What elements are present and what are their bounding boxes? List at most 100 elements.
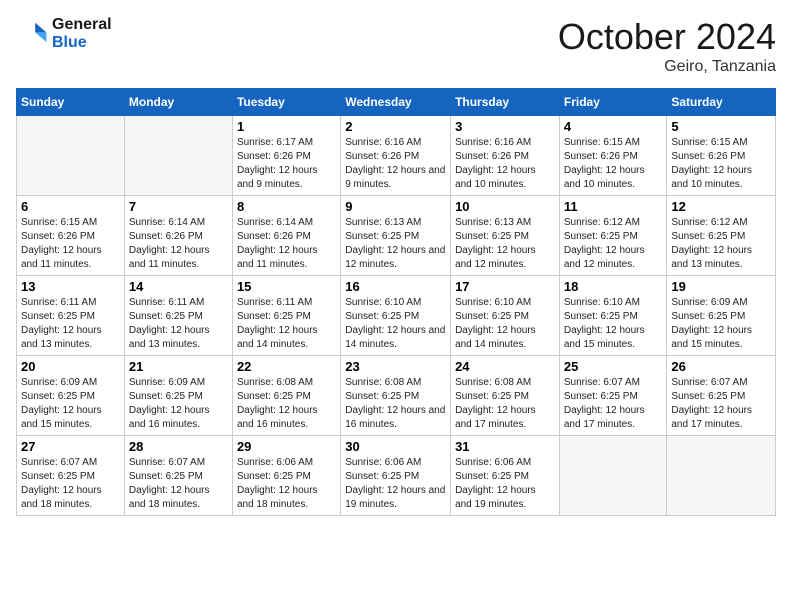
day-info: Sunrise: 6:15 AMSunset: 6:26 PMDaylight:… bbox=[21, 216, 120, 272]
calendar-cell bbox=[17, 116, 125, 196]
day-info: Sunrise: 6:15 AMSunset: 6:26 PMDaylight:… bbox=[564, 136, 663, 192]
calendar-cell: 31 Sunrise: 6:06 AMSunset: 6:25 PMDayligh… bbox=[451, 436, 560, 516]
calendar-cell: 24Sunrise: 6:08 AMSunset: 6:25 PMDayligh… bbox=[451, 356, 560, 436]
day-info: Sunrise: 6:07 AMSunset: 6:25 PMDaylight:… bbox=[671, 376, 771, 432]
day-info: Sunrise: 6:08 AMSunset: 6:25 PMDaylight:… bbox=[345, 376, 446, 432]
calendar-cell: 3Sunrise: 6:16 AMSunset: 6:26 PMDaylight… bbox=[451, 116, 560, 196]
calendar-week-1: 1Sunrise: 6:17 AMSunset: 6:26 PMDaylight… bbox=[17, 116, 776, 196]
calendar-cell: 4 Sunrise: 6:15 AMSunset: 6:26 PMDaylight… bbox=[559, 116, 667, 196]
calendar-cell: 27Sunrise: 6:07 AMSunset: 6:25 PMDayligh… bbox=[17, 436, 125, 516]
day-number: 11 bbox=[564, 199, 663, 214]
calendar-cell: 1Sunrise: 6:17 AMSunset: 6:26 PMDaylight… bbox=[232, 116, 340, 196]
calendar-cell: 28 Sunrise: 6:07 AMSunset: 6:25 PMDayligh… bbox=[124, 436, 232, 516]
day-number: 7 bbox=[129, 199, 228, 214]
day-number: 30 bbox=[345, 439, 446, 454]
day-info: Sunrise: 6:16 AMSunset: 6:26 PMDaylight:… bbox=[455, 136, 555, 192]
day-number: 26 bbox=[671, 359, 771, 374]
day-info: Sunrise: 6:14 AMSunset: 6:26 PMDaylight:… bbox=[129, 216, 228, 272]
calendar-cell: 13Sunrise: 6:11 AMSunset: 6:25 PMDayligh… bbox=[17, 276, 125, 356]
day-info: Sunrise: 6:13 AMSunset: 6:25 PMDaylight:… bbox=[345, 216, 446, 272]
calendar-cell bbox=[559, 436, 667, 516]
calendar-week-3: 13Sunrise: 6:11 AMSunset: 6:25 PMDayligh… bbox=[17, 276, 776, 356]
day-number: 8 bbox=[237, 199, 336, 214]
month-title: October 2024 bbox=[558, 16, 776, 58]
day-header-tuesday: Tuesday bbox=[232, 89, 340, 116]
day-number: 21 bbox=[129, 359, 228, 374]
day-header-friday: Friday bbox=[559, 89, 667, 116]
calendar-cell: 10 Sunrise: 6:13 AMSunset: 6:25 PMDayligh… bbox=[451, 196, 560, 276]
day-info: Sunrise: 6:12 AMSunset: 6:25 PMDaylight:… bbox=[564, 216, 663, 272]
calendar-cell: 9 Sunrise: 6:13 AMSunset: 6:25 PMDaylight… bbox=[341, 196, 451, 276]
calendar-cell: 26 Sunrise: 6:07 AMSunset: 6:25 PMDayligh… bbox=[667, 356, 776, 436]
calendar-week-2: 6 Sunrise: 6:15 AMSunset: 6:26 PMDaylight… bbox=[17, 196, 776, 276]
day-info: Sunrise: 6:07 AMSunset: 6:25 PMDaylight:… bbox=[564, 376, 663, 432]
calendar-cell: 5Sunrise: 6:15 AMSunset: 6:26 PMDaylight… bbox=[667, 116, 776, 196]
calendar-cell: 29Sunrise: 6:06 AMSunset: 6:25 PMDayligh… bbox=[232, 436, 340, 516]
calendar-table: SundayMondayTuesdayWednesdayThursdayFrid… bbox=[16, 88, 776, 516]
day-number: 22 bbox=[237, 359, 336, 374]
day-number: 10 bbox=[455, 199, 555, 214]
day-info: Sunrise: 6:16 AMSunset: 6:26 PMDaylight:… bbox=[345, 136, 446, 192]
day-number: 19 bbox=[671, 279, 771, 294]
logo-text: General Blue bbox=[52, 16, 112, 52]
calendar-week-4: 20Sunrise: 6:09 AMSunset: 6:25 PMDayligh… bbox=[17, 356, 776, 436]
logo-icon bbox=[16, 18, 48, 50]
day-info: Sunrise: 6:07 AMSunset: 6:25 PMDaylight:… bbox=[129, 456, 228, 512]
day-number: 9 bbox=[345, 199, 446, 214]
day-info: Sunrise: 6:11 AMSunset: 6:25 PMDaylight:… bbox=[237, 296, 336, 352]
calendar-cell: 14 Sunrise: 6:11 AMSunset: 6:25 PMDayligh… bbox=[124, 276, 232, 356]
calendar-cell: 18 Sunrise: 6:10 AMSunset: 6:25 PMDayligh… bbox=[559, 276, 667, 356]
day-info: Sunrise: 6:10 AMSunset: 6:25 PMDaylight:… bbox=[564, 296, 663, 352]
day-header-monday: Monday bbox=[124, 89, 232, 116]
calendar-cell: 15 Sunrise: 6:11 AMSunset: 6:25 PMDayligh… bbox=[232, 276, 340, 356]
day-number: 18 bbox=[564, 279, 663, 294]
day-info: Sunrise: 6:17 AMSunset: 6:26 PMDaylight:… bbox=[237, 136, 336, 192]
day-number: 4 bbox=[564, 119, 663, 134]
calendar-cell bbox=[667, 436, 776, 516]
calendar-cell: 6 Sunrise: 6:15 AMSunset: 6:26 PMDaylight… bbox=[17, 196, 125, 276]
day-header-saturday: Saturday bbox=[667, 89, 776, 116]
day-header-wednesday: Wednesday bbox=[341, 89, 451, 116]
calendar-week-5: 27 Sunrise: 6:07 AMSunset: 6:25 PMDayligh… bbox=[17, 436, 776, 516]
day-number: 27 bbox=[21, 439, 120, 454]
day-header-thursday: Thursday bbox=[451, 89, 560, 116]
logo: General Blue bbox=[16, 16, 112, 52]
day-info: Sunrise: 6:08 AMSunset: 6:25 PMDaylight:… bbox=[237, 376, 336, 432]
calendar-cell bbox=[124, 116, 232, 196]
calendar-cell: 8 Sunrise: 6:14 AMSunset: 6:26 PMDaylight… bbox=[232, 196, 340, 276]
calendar-cell: 22 Sunrise: 6:08 AMSunset: 6:25 PMDayligh… bbox=[232, 356, 340, 436]
day-number: 17 bbox=[455, 279, 555, 294]
day-info: Sunrise: 6:11 AMSunset: 6:25 PMDaylight:… bbox=[21, 296, 120, 352]
calendar-header-row: SundayMondayTuesdayWednesdayThursdayFrid… bbox=[17, 89, 776, 116]
day-info: Sunrise: 6:14 AMSunset: 6:26 PMDaylight:… bbox=[237, 216, 336, 272]
location: Geiro, Tanzania bbox=[558, 58, 776, 76]
calendar-cell: 12 Sunrise: 6:12 AMSunset: 6:25 PMDayligh… bbox=[667, 196, 776, 276]
day-info: Sunrise: 6:08 AMSunset: 6:25 PMDaylight:… bbox=[455, 376, 555, 432]
day-info: Sunrise: 6:09 AMSunset: 6:25 PMDaylight:… bbox=[129, 376, 228, 432]
day-info: Sunrise: 6:09 AMSunset: 6:25 PMDaylight:… bbox=[21, 376, 120, 432]
calendar-cell: 17 Sunrise: 6:10 AMSunset: 6:25 PMDayligh… bbox=[451, 276, 560, 356]
day-info: Sunrise: 6:11 AMSunset: 6:25 PMDaylight:… bbox=[129, 296, 228, 352]
day-info: Sunrise: 6:06 AMSunset: 6:25 PMDaylight:… bbox=[455, 456, 555, 512]
day-info: Sunrise: 6:10 AMSunset: 6:25 PMDaylight:… bbox=[345, 296, 446, 352]
page-header: General Blue October 2024 Geiro, Tanzani… bbox=[16, 16, 776, 76]
calendar-cell: 2 Sunrise: 6:16 AMSunset: 6:26 PMDaylight… bbox=[341, 116, 451, 196]
day-number: 2 bbox=[345, 119, 446, 134]
day-number: 28 bbox=[129, 439, 228, 454]
day-number: 15 bbox=[237, 279, 336, 294]
day-number: 12 bbox=[671, 199, 771, 214]
day-info: Sunrise: 6:13 AMSunset: 6:25 PMDaylight:… bbox=[455, 216, 555, 272]
day-info: Sunrise: 6:06 AMSunset: 6:25 PMDaylight:… bbox=[345, 456, 446, 512]
calendar-cell: 30 Sunrise: 6:06 AMSunset: 6:25 PMDayligh… bbox=[341, 436, 451, 516]
day-number: 31 bbox=[455, 439, 555, 454]
calendar-cell: 21 Sunrise: 6:09 AMSunset: 6:25 PMDayligh… bbox=[124, 356, 232, 436]
calendar-cell: 7 Sunrise: 6:14 AMSunset: 6:26 PMDaylight… bbox=[124, 196, 232, 276]
day-info: Sunrise: 6:12 AMSunset: 6:25 PMDaylight:… bbox=[671, 216, 771, 272]
day-number: 14 bbox=[129, 279, 228, 294]
calendar-cell: 11 Sunrise: 6:12 AMSunset: 6:25 PMDayligh… bbox=[559, 196, 667, 276]
day-number: 25 bbox=[564, 359, 663, 374]
day-info: Sunrise: 6:10 AMSunset: 6:25 PMDaylight:… bbox=[455, 296, 555, 352]
day-number: 6 bbox=[21, 199, 120, 214]
day-number: 23 bbox=[345, 359, 446, 374]
calendar-cell: 16Sunrise: 6:10 AMSunset: 6:25 PMDayligh… bbox=[341, 276, 451, 356]
